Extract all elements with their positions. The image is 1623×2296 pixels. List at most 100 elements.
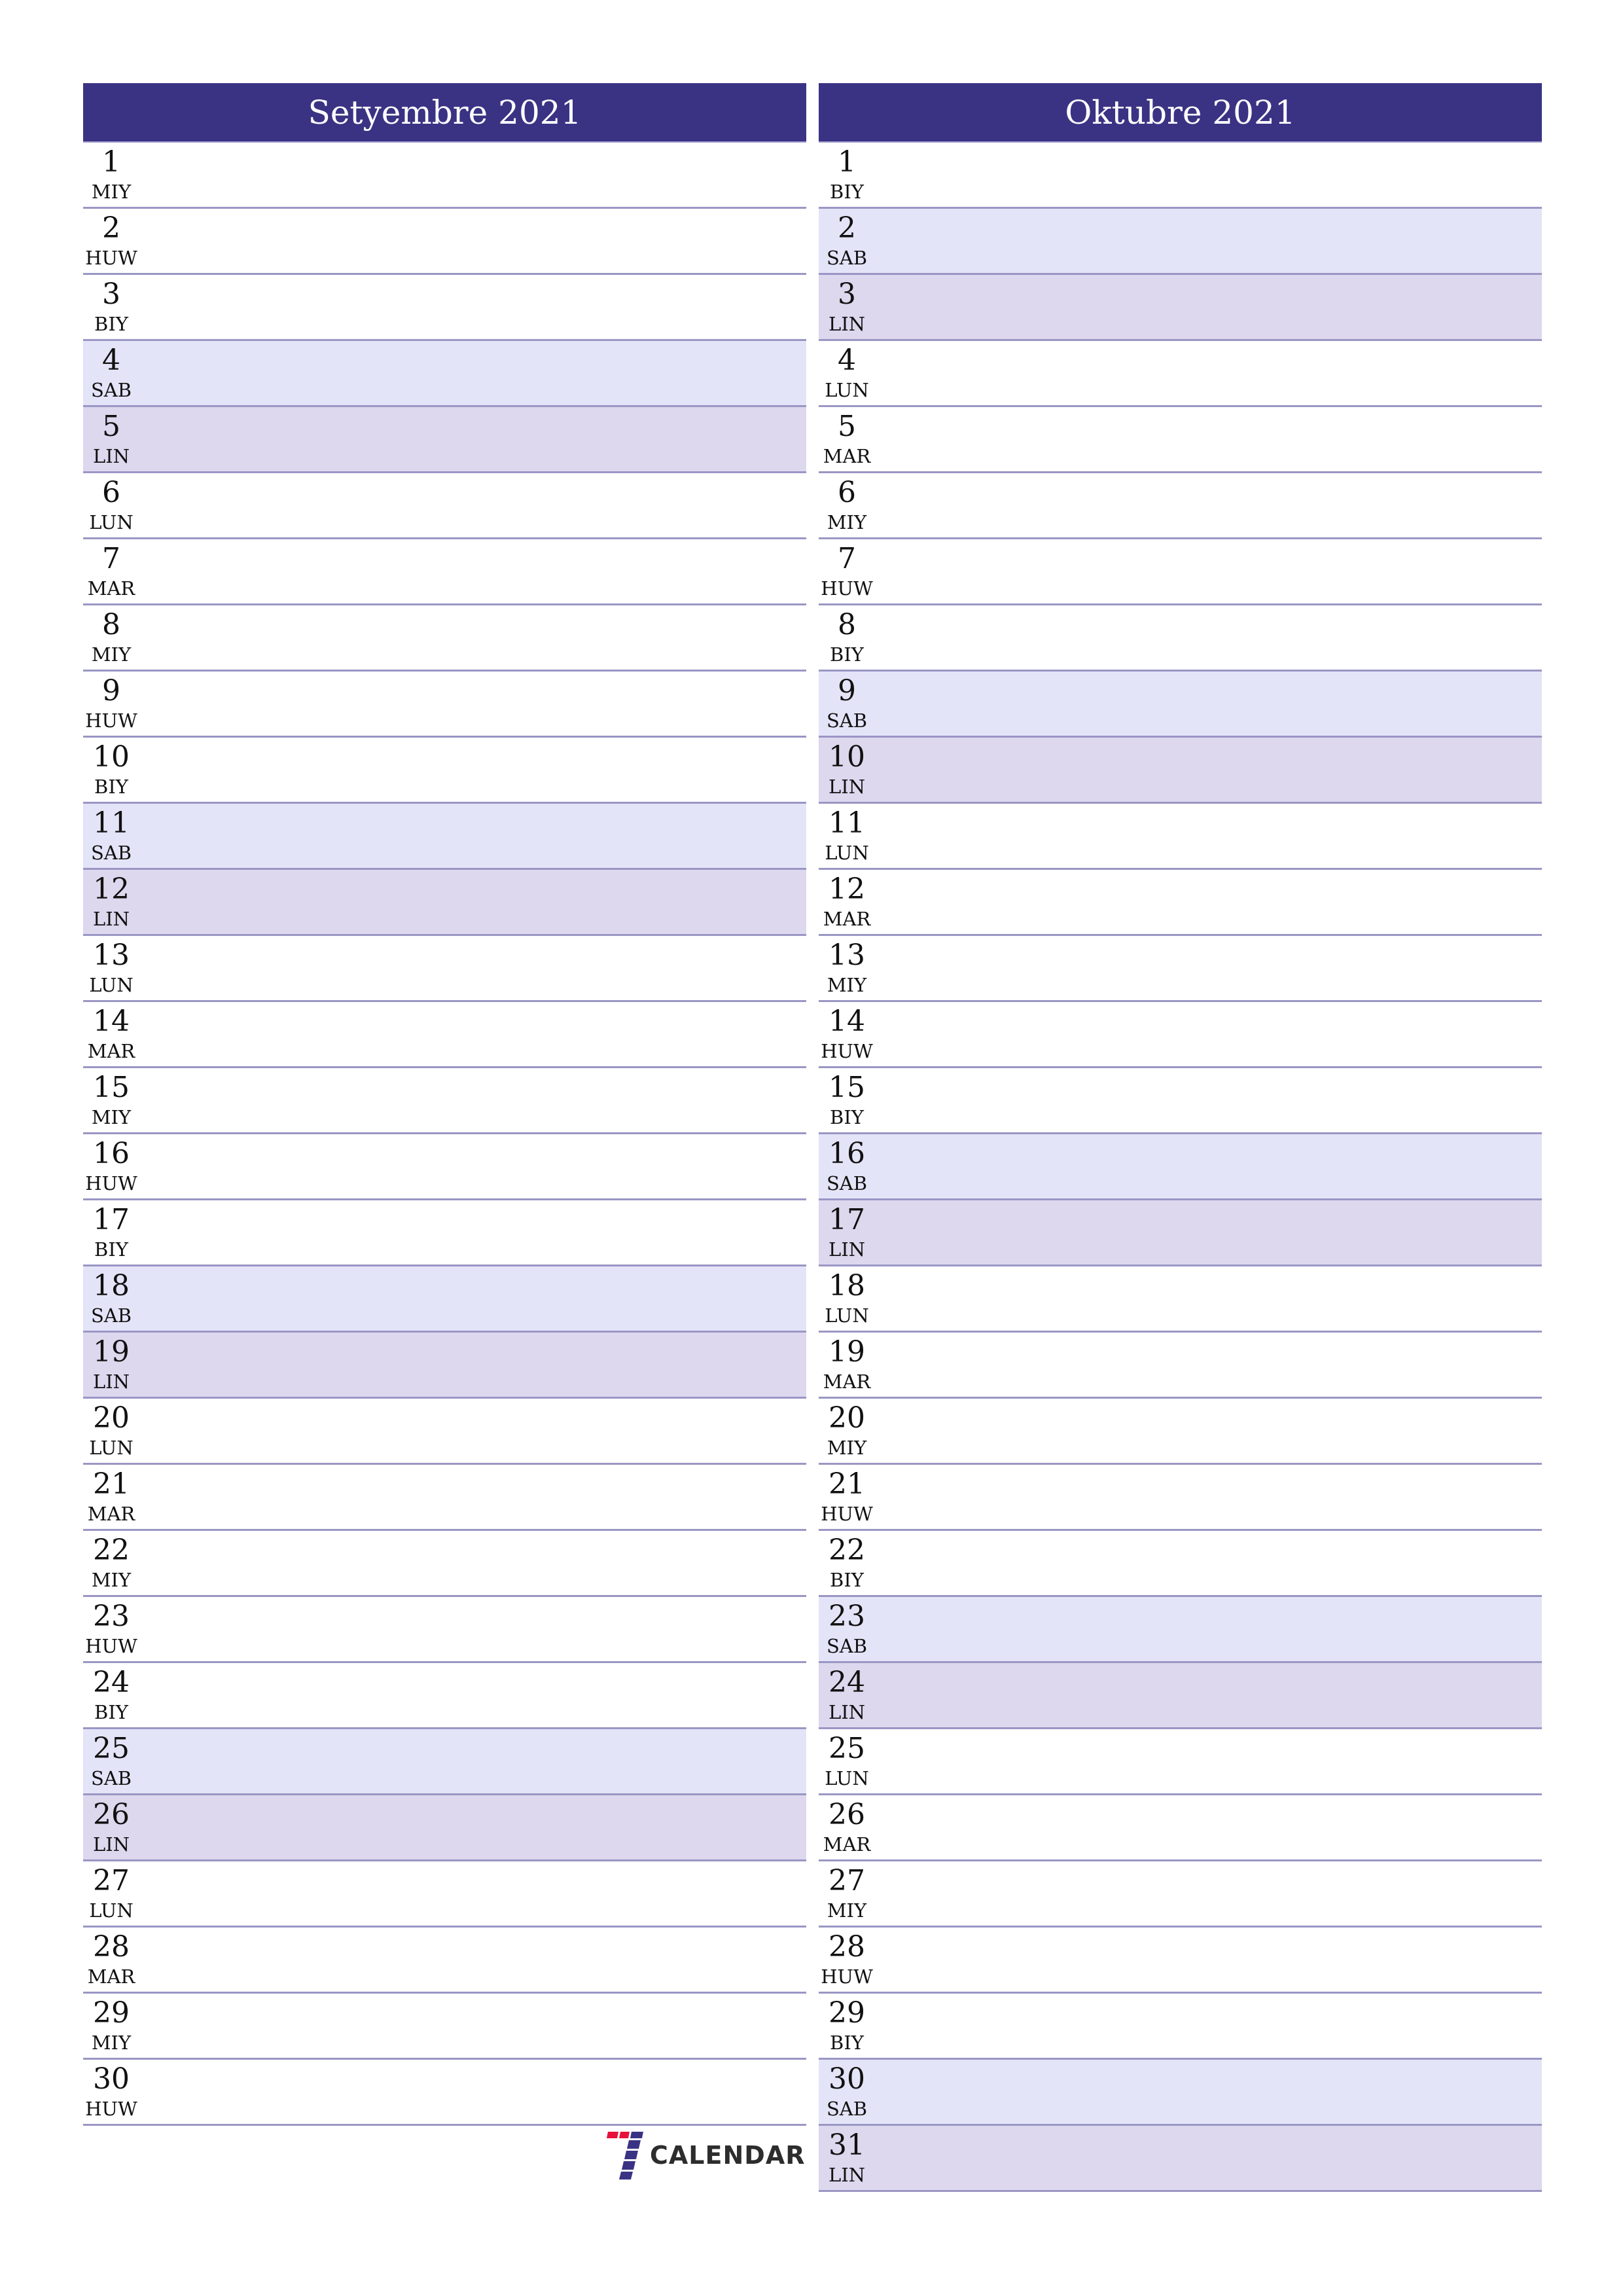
weekday-label: MIY (91, 2032, 132, 2054)
weekday-label: MAR (87, 1965, 135, 1988)
day-row[interactable]: 30 HUW (83, 2060, 806, 2126)
day-row[interactable]: 19 LIN (83, 1333, 806, 1399)
day-row[interactable]: 7 HUW (819, 539, 1542, 605)
day-number: 3 (102, 278, 120, 311)
weekday-label: MIY (91, 1569, 132, 1591)
day-row[interactable]: 14 HUW (819, 1002, 1542, 1068)
day-row[interactable]: 26 LIN (83, 1795, 806, 1861)
month-september: Setyembre 2021 1 MIY 2 HUW 3 BIY 4 SAB 5 LIN 6 LUN 7… (83, 83, 806, 2126)
day-row[interactable]: 10 BIY (83, 738, 806, 804)
day-row[interactable]: 10 LIN (819, 738, 1542, 804)
weekday-label: BIY (830, 1106, 864, 1128)
day-row[interactable]: 16 HUW (83, 1134, 806, 1200)
day-row[interactable]: 18 SAB (83, 1266, 806, 1333)
day-number: 12 (829, 872, 865, 906)
day-row[interactable]: 8 BIY (819, 605, 1542, 672)
day-row[interactable]: 6 LUN (83, 473, 806, 539)
month-title: Setyembre 2021 (83, 83, 806, 143)
day-number: 4 (838, 344, 856, 377)
weekday-label: BIY (94, 313, 128, 335)
weekday-label: MIY (827, 511, 867, 533)
weekday-label: MIY (827, 974, 867, 996)
day-row[interactable]: 7 MAR (83, 539, 806, 605)
day-row[interactable]: 2 SAB (819, 209, 1542, 275)
day-row[interactable]: 3 LIN (819, 275, 1542, 341)
day-number: 18 (93, 1269, 130, 1302)
day-number: 28 (829, 1930, 865, 1964)
day-row[interactable]: 18 LUN (819, 1266, 1542, 1333)
day-row[interactable]: 15 BIY (819, 1068, 1542, 1134)
day-row[interactable]: 12 MAR (819, 870, 1542, 936)
day-row[interactable]: 31 LIN (819, 2126, 1542, 2192)
weekday-label: BIY (94, 776, 128, 798)
day-number: 31 (829, 2128, 865, 2162)
day-number: 30 (93, 2062, 130, 2096)
day-row[interactable]: 24 BIY (83, 1663, 806, 1729)
day-row[interactable]: 19 MAR (819, 1333, 1542, 1399)
day-row[interactable]: 20 LUN (83, 1399, 806, 1465)
day-row[interactable]: 13 LUN (83, 936, 806, 1002)
day-row[interactable]: 1 BIY (819, 143, 1542, 209)
day-row[interactable]: 9 SAB (819, 672, 1542, 738)
day-row[interactable]: 28 HUW (819, 1928, 1542, 1994)
day-row[interactable]: 29 MIY (83, 1994, 806, 2060)
day-row[interactable]: 22 MIY (83, 1531, 806, 1597)
day-number: 9 (102, 674, 120, 708)
day-row[interactable]: 3 BIY (83, 275, 806, 341)
day-row[interactable]: 21 MAR (83, 1465, 806, 1531)
day-row[interactable]: 27 LUN (83, 1861, 806, 1928)
day-row[interactable]: 1 MIY (83, 143, 806, 209)
day-row[interactable]: 28 MAR (83, 1928, 806, 1994)
day-row[interactable]: 29 BIY (819, 1994, 1542, 2060)
weekday-label: LUN (89, 1437, 134, 1459)
weekday-label: BIY (94, 1238, 128, 1261)
day-row[interactable]: 20 MIY (819, 1399, 1542, 1465)
day-row[interactable]: 9 HUW (83, 672, 806, 738)
weekday-label: MAR (823, 1371, 871, 1393)
day-row[interactable]: 22 BIY (819, 1531, 1542, 1597)
day-row[interactable]: 15 MIY (83, 1068, 806, 1134)
day-row[interactable]: 25 SAB (83, 1729, 806, 1795)
day-row[interactable]: 4 LUN (819, 341, 1542, 407)
day-row[interactable]: 8 MIY (83, 605, 806, 672)
weekday-label: LIN (828, 313, 866, 335)
weekday-label: MIY (827, 1899, 867, 1922)
day-number: 6 (102, 476, 120, 509)
day-number: 5 (838, 410, 856, 443)
day-number: 5 (102, 410, 120, 443)
day-row[interactable]: 23 SAB (819, 1597, 1542, 1663)
day-row[interactable]: 30 SAB (819, 2060, 1542, 2126)
day-row[interactable]: 17 LIN (819, 1200, 1542, 1266)
day-row[interactable]: 26 MAR (819, 1795, 1542, 1861)
weekday-label: LIN (828, 1701, 866, 1723)
weekday-label: LIN (92, 1833, 130, 1856)
day-number: 4 (102, 344, 120, 377)
day-row[interactable]: 2 HUW (83, 209, 806, 275)
day-row[interactable]: 14 MAR (83, 1002, 806, 1068)
day-row[interactable]: 21 HUW (819, 1465, 1542, 1531)
day-row[interactable]: 17 BIY (83, 1200, 806, 1266)
day-row[interactable]: 23 HUW (83, 1597, 806, 1663)
day-row[interactable]: 25 LUN (819, 1729, 1542, 1795)
day-number: 15 (829, 1071, 865, 1104)
day-number: 10 (93, 740, 130, 774)
weekday-label: SAB (826, 1635, 868, 1657)
day-row[interactable]: 5 LIN (83, 407, 806, 473)
day-row[interactable]: 11 SAB (83, 804, 806, 870)
day-row[interactable]: 13 MIY (819, 936, 1542, 1002)
day-row[interactable]: 5 MAR (819, 407, 1542, 473)
day-row[interactable]: 4 SAB (83, 341, 806, 407)
day-row[interactable]: 6 MIY (819, 473, 1542, 539)
day-row[interactable]: 27 MIY (819, 1861, 1542, 1928)
day-row[interactable]: 24 LIN (819, 1663, 1542, 1729)
weekday-label: LIN (92, 445, 130, 467)
day-number: 2 (102, 211, 120, 245)
day-row[interactable]: 11 LUN (819, 804, 1542, 870)
weekday-label: LIN (828, 2164, 866, 2186)
day-number: 16 (93, 1137, 130, 1170)
weekday-label: HUW (85, 247, 137, 269)
day-number: 13 (829, 939, 865, 972)
weekday-label: LUN (89, 511, 134, 533)
day-row[interactable]: 12 LIN (83, 870, 806, 936)
day-row[interactable]: 16 SAB (819, 1134, 1542, 1200)
